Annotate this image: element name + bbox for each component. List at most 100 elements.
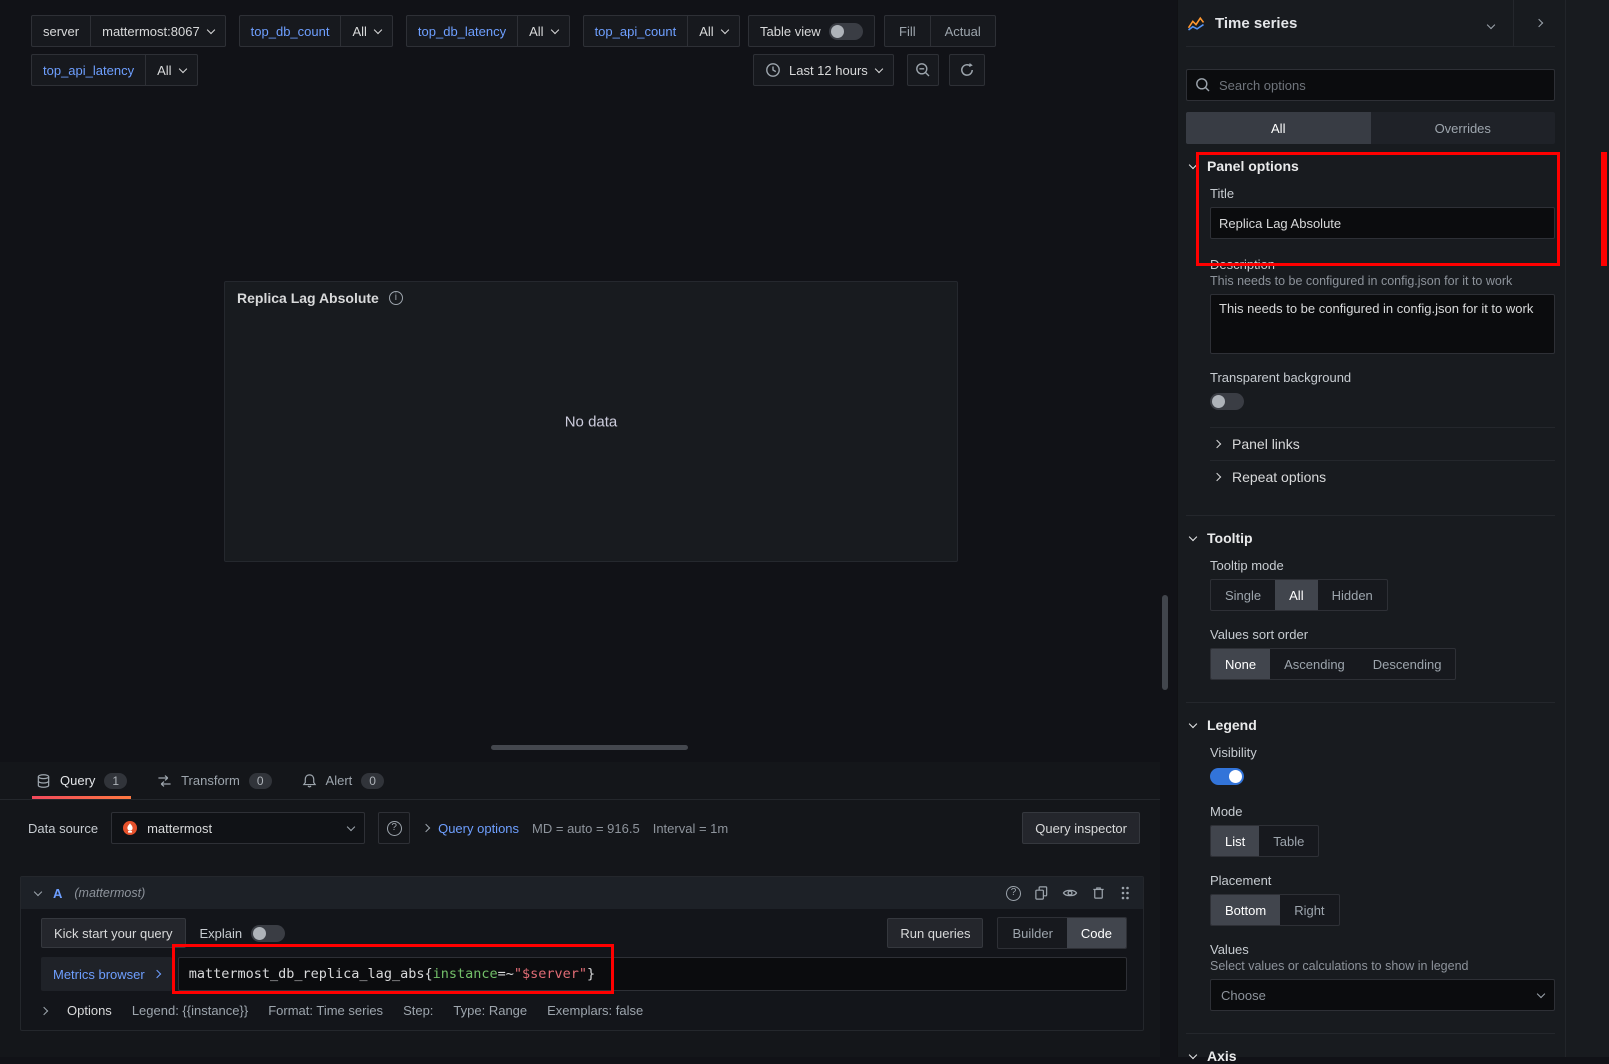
refresh-button[interactable] <box>949 54 985 86</box>
query-help-icon[interactable]: ? <box>1006 886 1021 901</box>
eye-icon[interactable] <box>1062 885 1078 901</box>
query-card: A (mattermost) ? <box>20 876 1144 1031</box>
chevron-down-icon <box>1189 1050 1197 1058</box>
chevron-down-icon <box>875 64 883 72</box>
table-view-toggle[interactable] <box>829 23 863 40</box>
axis-heading[interactable]: Axis <box>1186 1034 1555 1064</box>
time-range-picker[interactable]: Last 12 hours <box>753 54 894 86</box>
query-options-summary-row: Options Legend: {{instance}} Format: Tim… <box>41 1003 1127 1018</box>
values-sort-order-group: None Ascending Descending <box>1210 648 1456 680</box>
metrics-browser-button[interactable]: Metrics browser <box>41 957 172 991</box>
panel-options-heading[interactable]: Panel options <box>1186 144 1555 174</box>
panel-links-row[interactable]: Panel links <box>1210 427 1555 460</box>
legend-values-select[interactable]: Choose <box>1210 979 1555 1011</box>
explain-toggle[interactable] <box>251 925 285 942</box>
drag-handle-icon[interactable] <box>1119 885 1131 901</box>
query-expression-row: Metrics browser mattermost_db_replica_la… <box>41 957 1127 991</box>
tooltip-mode-all[interactable]: All <box>1275 580 1317 610</box>
datasource-help-button[interactable]: ? <box>378 812 410 844</box>
code-option[interactable]: Code <box>1067 918 1126 948</box>
legend-mode-table[interactable]: Table <box>1259 826 1318 856</box>
panel-options-sidebar: Time series All Overrides <box>1177 0 1609 1057</box>
tab-overrides[interactable]: Overrides <box>1371 112 1556 144</box>
sort-ascending[interactable]: Ascending <box>1270 649 1359 679</box>
duplicate-icon[interactable] <box>1034 885 1049 901</box>
tooltip-heading[interactable]: Tooltip <box>1186 516 1555 546</box>
clock-icon <box>765 62 781 78</box>
transparent-background-label: Transparent background <box>1210 370 1555 385</box>
chevron-right-icon <box>1213 473 1221 481</box>
variable-value-dropdown[interactable]: All <box>518 15 569 47</box>
collapse-query-icon[interactable] <box>34 887 42 895</box>
panel-title-input[interactable] <box>1210 207 1555 239</box>
chevron-right-icon <box>422 824 430 832</box>
legend-values-help: Select values or calculations to show in… <box>1210 959 1555 973</box>
visualization-name: Time series <box>1215 15 1297 32</box>
datasource-label: Data source <box>28 821 98 836</box>
tab-alert[interactable]: Alert 0 <box>298 762 388 799</box>
transparent-background-toggle[interactable] <box>1210 393 1244 410</box>
kick-start-button[interactable]: Kick start your query <box>41 918 186 948</box>
chevron-down-icon <box>1189 532 1197 540</box>
tooltip-mode-hidden[interactable]: Hidden <box>1318 580 1387 610</box>
sort-descending[interactable]: Descending <box>1359 649 1456 679</box>
options-label[interactable]: Options <box>67 1003 112 1018</box>
promql-query-input[interactable]: mattermost_db_replica_lag_abs{instance=~… <box>178 957 1127 991</box>
chevron-right-icon[interactable] <box>40 1006 48 1014</box>
zoom-out-icon <box>915 62 931 78</box>
tooltip-mode-group: Single All Hidden <box>1210 579 1388 611</box>
legend-mode-list[interactable]: List <box>1211 826 1259 856</box>
datasource-picker[interactable]: mattermost <box>111 812 365 844</box>
builder-option[interactable]: Builder <box>998 918 1066 948</box>
variable-value-dropdown[interactable]: mattermost:8067 <box>91 15 226 47</box>
panel-description-textarea[interactable]: This needs to be configured in config.js… <box>1210 294 1555 354</box>
variable-value-dropdown[interactable]: All <box>341 15 392 47</box>
vertical-scrollbar-thumb[interactable] <box>1162 595 1168 690</box>
variable-value-dropdown[interactable]: All <box>688 15 739 47</box>
section-title: Tooltip <box>1207 530 1253 546</box>
visualization-picker[interactable]: Time series <box>1186 0 1555 47</box>
sort-none[interactable]: None <box>1211 649 1270 679</box>
legend-section: Legend Visibility Mode List Table Placem… <box>1186 702 1555 1033</box>
variables-row-1: server mattermost:8067 top_db_count All … <box>31 15 740 47</box>
info-icon[interactable]: i <box>389 291 403 305</box>
values-sort-order-label: Values sort order <box>1210 627 1555 642</box>
run-queries-button[interactable]: Run queries <box>887 918 983 948</box>
max-data-points-text: MD = auto = 916.5 <box>532 821 640 836</box>
tab-query[interactable]: Query 1 <box>32 762 131 799</box>
chevron-right-icon <box>153 970 161 978</box>
variable-value-dropdown[interactable]: All <box>146 54 197 86</box>
variables-row-2: top_api_latency All <box>31 54 198 86</box>
placement-right[interactable]: Right <box>1280 895 1338 925</box>
description-label: Description <box>1210 257 1555 272</box>
variable-server: server mattermost:8067 <box>31 15 226 47</box>
chevron-down-icon <box>206 25 214 33</box>
query-options-label: Query options <box>438 821 519 836</box>
actual-option[interactable]: Actual <box>930 16 995 46</box>
legend-heading[interactable]: Legend <box>1186 703 1555 733</box>
legend-visibility-toggle[interactable] <box>1210 768 1244 785</box>
query-actions: ? <box>1006 885 1131 901</box>
section-title: Panel options <box>1207 158 1299 174</box>
repeat-options-row[interactable]: Repeat options <box>1210 460 1555 493</box>
zoom-out-button[interactable] <box>907 54 939 86</box>
trash-icon[interactable] <box>1091 885 1106 901</box>
variable-label: top_api_latency <box>31 54 146 86</box>
chevron-down-icon <box>1189 719 1197 727</box>
placement-bottom[interactable]: Bottom <box>1211 895 1280 925</box>
no-data-message: No data <box>565 413 618 430</box>
query-options-toggle[interactable]: Query options <box>423 821 519 836</box>
fill-option[interactable]: Fill <box>885 16 930 46</box>
query-inspector-button[interactable]: Query inspector <box>1022 812 1140 844</box>
axis-section: Axis <box>1186 1033 1555 1064</box>
tab-all[interactable]: All <box>1186 112 1371 144</box>
tab-transform[interactable]: Transform 0 <box>153 762 275 799</box>
explain-label: Explain <box>200 926 243 941</box>
search-options-input[interactable] <box>1186 69 1555 101</box>
panel-resize-handle[interactable] <box>491 745 688 750</box>
tab-label: Query <box>60 773 95 788</box>
tooltip-mode-single[interactable]: Single <box>1211 580 1275 610</box>
format-summary: Format: Time series <box>268 1003 383 1018</box>
variable-top-api-count: top_api_count All <box>583 15 740 47</box>
collapse-sidebar-button[interactable] <box>1523 7 1555 39</box>
